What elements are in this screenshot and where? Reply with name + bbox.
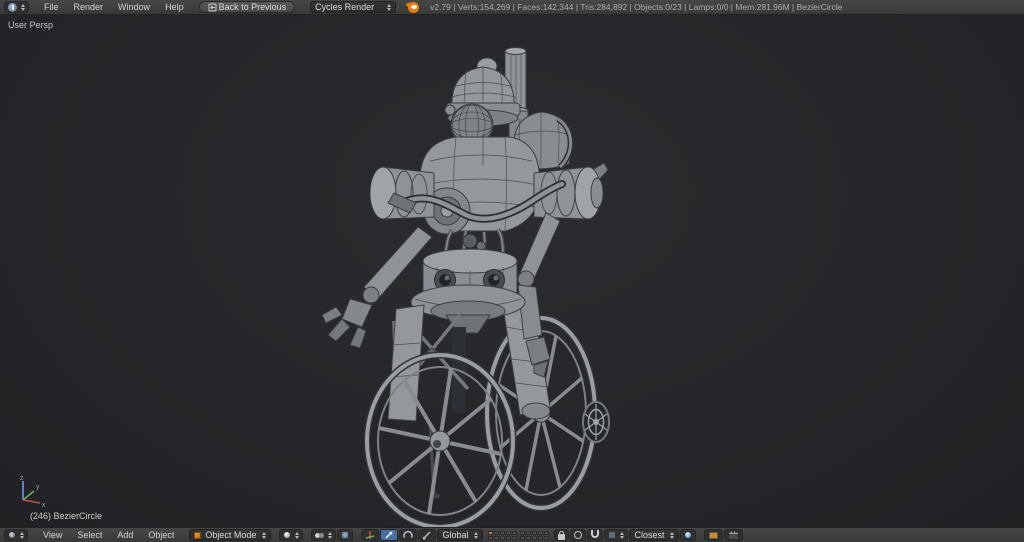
chevron-updown-icon [328,532,332,539]
menu-select[interactable]: Select [70,529,109,542]
viewport-3d[interactable]: User Persp z y x (246) BezierCircle [0,15,1024,527]
editor-type-selector[interactable] [4,529,28,541]
pivot-align-toggle[interactable] [337,529,353,541]
chevron-updown-icon [21,4,25,11]
back-to-previous-label: Back to Previous [219,2,287,12]
render-animation-icon [728,531,739,540]
layer-3-button[interactable] [500,531,505,535]
lock-icon [558,534,565,540]
render-image-icon [708,531,719,540]
back-to-previous-button[interactable]: Back to Previous [199,1,296,13]
object-mode-cube-icon [194,532,201,539]
small-gear-wheel [583,402,609,442]
transform-orientation-value: Global [442,530,468,540]
solid-shading-icon [283,531,291,539]
viewport-header: View Select Add Object Object Mode [0,527,1024,542]
menu-help[interactable]: Help [158,1,191,14]
manipulator-toggle[interactable] [361,529,379,541]
axis-x-label: x [42,502,46,509]
manipulator-translate-button[interactable] [380,529,398,541]
chevron-updown-icon [20,532,24,539]
layer-17-button[interactable] [526,536,531,540]
render-engine-value: Cycles Render [315,2,374,12]
info-header: File Render Window Help Back to Previous… [0,0,1024,15]
layer-13-button[interactable] [500,536,505,540]
menu-object[interactable]: Object [141,529,181,542]
menu-add[interactable]: Add [110,529,140,542]
manipulator-rotate-button[interactable] [399,529,417,541]
info-editor-icon [8,3,17,12]
layer-20-button[interactable] [544,536,549,540]
snap-element-dropdown[interactable] [604,529,628,541]
layer-7-button[interactable] [526,531,531,535]
scene-lock-toggle[interactable] [554,529,569,541]
chevron-updown-icon [474,532,478,539]
snap-sphere-icon [684,531,692,539]
layer-9-button[interactable] [538,531,543,535]
layer-8-button[interactable] [532,531,537,535]
opengl-render-animation-button[interactable] [724,529,743,541]
layer-1-button[interactable] [488,531,493,535]
viewport-shading-dropdown[interactable] [279,529,303,541]
layer-5-button[interactable] [512,531,517,535]
layer-4-button[interactable] [506,531,511,535]
menu-window[interactable]: Window [111,1,157,14]
layer-18-button[interactable] [532,536,537,540]
layer-group-1 [488,531,517,540]
snap-element-icon [608,531,616,539]
menu-file[interactable]: File [37,1,66,14]
translate-arrow-icon [384,530,394,540]
snap-toggle[interactable] [587,529,603,541]
layer-6-button[interactable] [520,531,525,535]
editor-type-selector[interactable] [4,1,29,13]
chevron-updown-icon [620,532,624,539]
menu-view[interactable]: View [36,529,69,542]
axis-mini-gizmo: z y x [6,473,52,513]
proportional-edit-dropdown[interactable] [570,529,586,541]
chevron-updown-icon [262,532,266,539]
transform-orientation-dropdown[interactable]: Global [437,529,483,541]
axis-y-label: y [36,484,40,491]
viewport-model-steampunk-robot-wireframe[interactable] [0,15,1024,527]
chevron-updown-icon [295,532,299,539]
align-grid-icon [341,531,349,539]
scene-statistics: v2.79 | Verts:154,269 | Faces:142,344 | … [430,2,842,12]
layer-12-button[interactable] [494,536,499,540]
interaction-mode-value: Object Mode [205,530,256,540]
pivot-point-dropdown[interactable] [311,529,336,541]
manipulator-axis-icon [365,530,375,540]
view-mode-label: User Persp [8,20,53,30]
scale-arrow-icon [422,530,432,540]
proportional-edit-icon [574,531,582,539]
layer-15-button[interactable] [512,536,517,540]
interaction-mode-dropdown[interactable]: Object Mode [189,529,271,541]
layer-11-button[interactable] [488,536,493,540]
magnet-icon [591,530,599,538]
rotate-arc-icon [403,530,413,540]
layer-16-button[interactable] [520,536,525,540]
render-engine-dropdown[interactable]: Cycles Render [310,1,396,13]
selected-object-label: (246) BezierCircle [30,511,102,521]
menu-render[interactable]: Render [67,1,111,14]
layer-2-button[interactable] [494,531,499,535]
axis-z-label: z [20,475,24,482]
blender-window: File Render Window Help Back to Previous… [0,0,1024,542]
snap-target-value: Closest [634,530,664,540]
snap-peel-object-toggle[interactable] [680,529,696,541]
manipulator-scale-button[interactable] [418,529,436,541]
blender-logo-icon [408,2,419,13]
pivot-point-icon [315,531,324,540]
layer-14-button[interactable] [506,536,511,540]
chevron-updown-icon [670,532,674,539]
layer-10-button[interactable] [544,531,549,535]
layer-19-button[interactable] [538,536,543,540]
snap-target-dropdown[interactable]: Closest [629,529,679,541]
layer-group-2 [520,531,549,540]
back-arrow-icon [208,3,217,12]
opengl-render-image-button[interactable] [704,529,723,541]
layer-buttons [488,531,549,540]
view3d-editor-icon [8,531,16,539]
chevron-updown-icon [387,4,391,11]
